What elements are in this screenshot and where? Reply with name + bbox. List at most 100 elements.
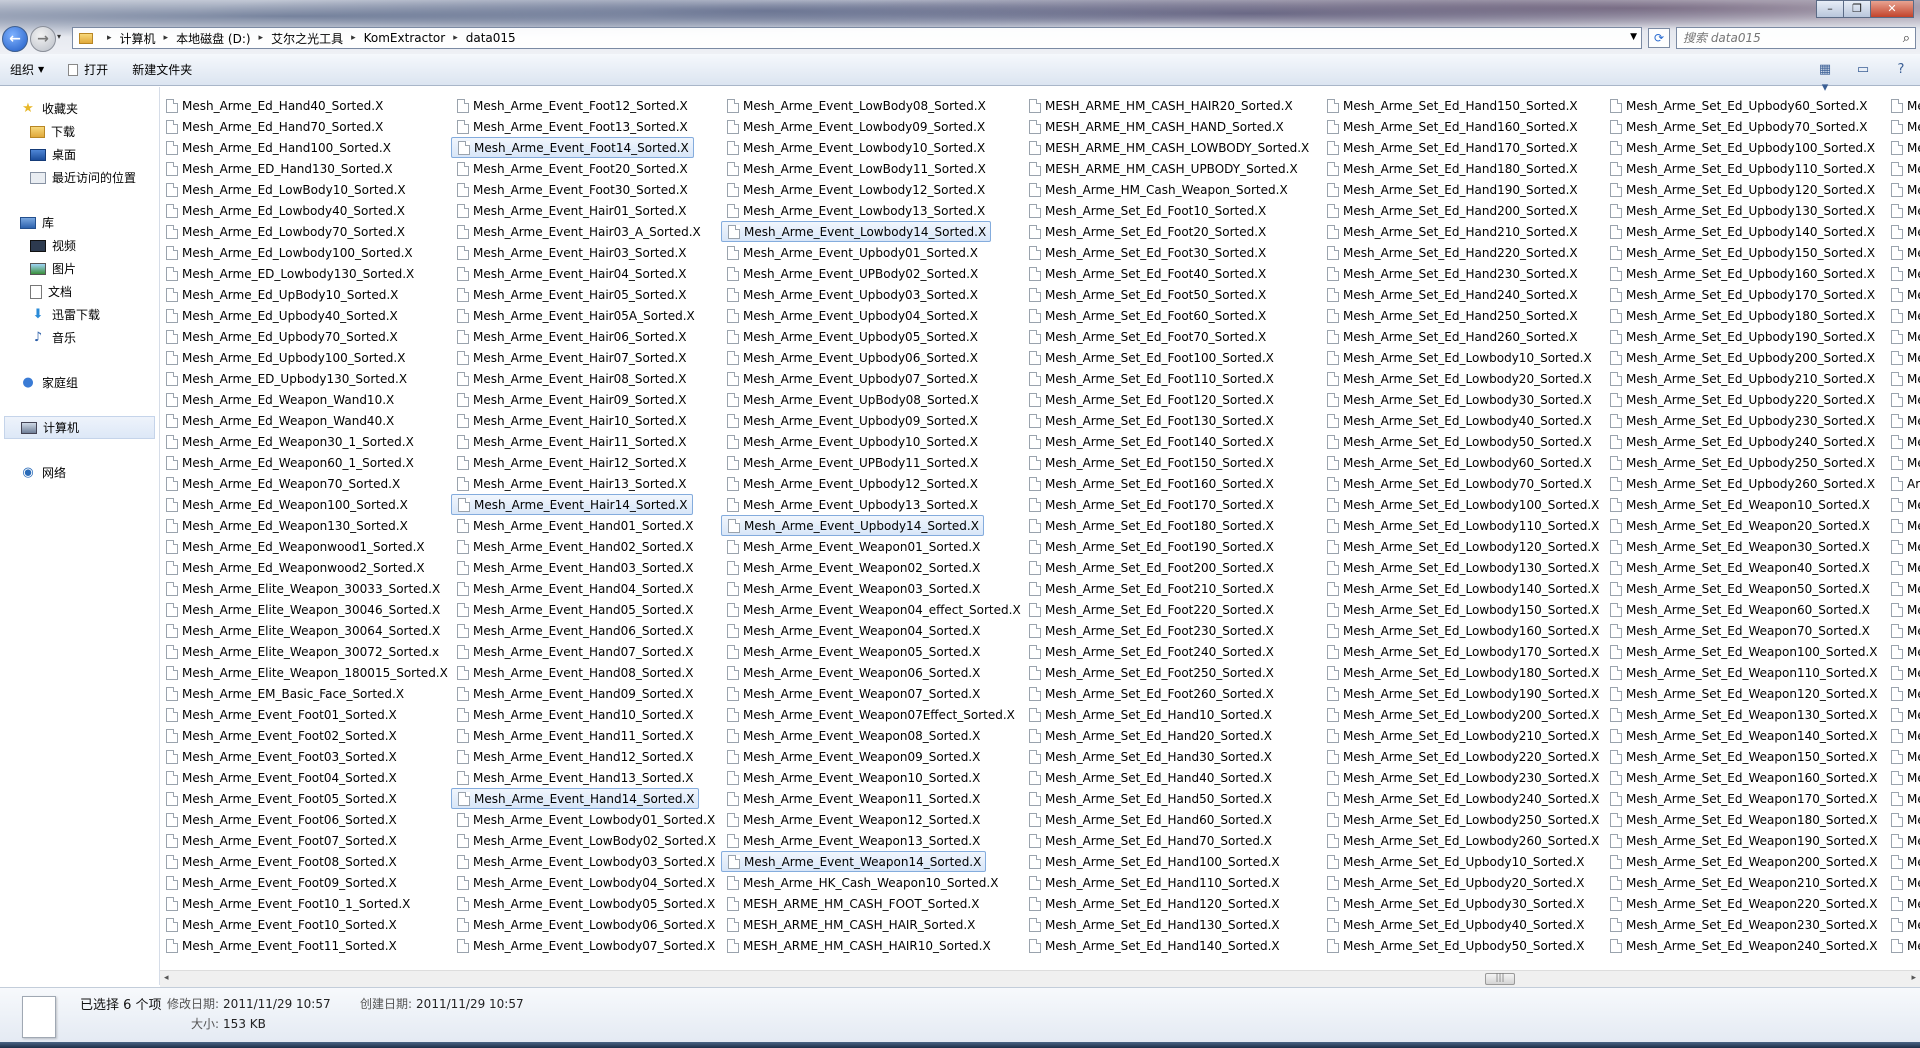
file-item[interactable]: Mesh_Arme_Event_Lowbody09_Sorted.X <box>721 116 1011 137</box>
file-item[interactable]: Me <box>1885 431 1920 452</box>
horizontal-scrollbar[interactable]: ◂ ||| ▸ <box>160 970 1920 987</box>
file-item[interactable]: Mesh_Arme_Set_Ed_Foot70_Sorted.X <box>1023 326 1313 347</box>
file-item[interactable]: Me <box>1885 809 1920 830</box>
file-item[interactable]: Mesh_Arme_Set_Ed_Foot40_Sorted.X <box>1023 263 1313 284</box>
file-item[interactable]: Mesh_Arme_Set_Ed_Foot230_Sorted.X <box>1023 620 1313 641</box>
file-item[interactable]: Mesh_Arme_Event_Lowbody12_Sorted.X <box>721 179 1011 200</box>
file-item[interactable]: Mesh_Arme_Event_Foot01_Sorted.X <box>160 704 430 725</box>
file-item[interactable]: Mesh_Arme_Set_Ed_Foot200_Sorted.X <box>1023 557 1313 578</box>
close-button[interactable]: ✕ <box>1870 0 1914 18</box>
file-item[interactable]: Mesh_Arme_Set_Ed_Foot30_Sorted.X <box>1023 242 1313 263</box>
file-item[interactable]: Mesh_Arme_Event_Weapon05_Sorted.X <box>721 641 1011 662</box>
file-item[interactable]: Mesh_Arme_Ed_Weapon60_1_Sorted.X <box>160 452 430 473</box>
file-item[interactable]: Mesh_Arme_Set_Ed_Lowbody180_Sorted.X <box>1321 662 1599 683</box>
file-item[interactable]: Mesh_Arme_Set_Ed_Lowbody170_Sorted.X <box>1321 641 1599 662</box>
file-item[interactable]: Mesh_Arme_Event_Lowbody06_Sorted.X <box>451 914 715 935</box>
file-item[interactable]: Mesh_Arme_Ed_Upbody70_Sorted.X <box>160 326 430 347</box>
new-folder-button[interactable]: 新建文件夹 <box>132 61 192 78</box>
file-item[interactable]: Mesh_Arme_Set_Ed_Hand180_Sorted.X <box>1321 158 1591 179</box>
file-item[interactable]: Me <box>1885 578 1920 599</box>
file-item[interactable]: Mesh_Arme_Event_Weapon07Effect_Sorted.X <box>721 704 1015 725</box>
file-item[interactable]: Mesh_Arme_Event_Hand13_Sorted.X <box>451 767 701 788</box>
file-item[interactable]: Mesh_Arme_Set_Ed_Foot20_Sorted.X <box>1023 221 1313 242</box>
file-item[interactable]: Mesh_Arme_Event_Hair01_Sorted.X <box>451 200 701 221</box>
file-item[interactable]: Mesh_Arme_Event_Foot10_1_Sorted.X <box>160 893 430 914</box>
search-icon[interactable]: ⌕ <box>1903 29 1910 49</box>
sidebar-item-recent[interactable]: 最近访问的位置 <box>0 166 159 189</box>
file-item[interactable]: Mesh_Arme_Ed_Weaponwood1_Sorted.X <box>160 536 430 557</box>
file-item[interactable]: Mesh_Arme_Event_Hair06_Sorted.X <box>451 326 701 347</box>
file-item[interactable]: Mesh_Arme_Ed_Weapon70_Sorted.X <box>160 473 430 494</box>
minimize-button[interactable]: – <box>1816 0 1844 18</box>
file-item[interactable]: Mesh_Arme_Event_Lowbody03_Sorted.X <box>451 851 715 872</box>
file-item[interactable]: Mesh_Arme_Ed_Weapon130_Sorted.X <box>160 515 430 536</box>
file-item[interactable]: Mesh_Arme_Event_Hair05_Sorted.X <box>451 284 701 305</box>
file-item[interactable]: Mesh_Arme_Event_Upbody14_Sorted.X <box>721 515 984 536</box>
back-button[interactable]: ← <box>2 26 28 52</box>
file-item[interactable]: Mesh_Arme_Event_Hand07_Sorted.X <box>451 641 701 662</box>
file-item[interactable]: Mesh_Arme_Event_Weapon11_Sorted.X <box>721 788 1011 809</box>
file-item[interactable]: Mesh_Arme_Set_Ed_Upbody170_Sorted.X <box>1604 284 1884 305</box>
file-item[interactable]: Me <box>1885 851 1920 872</box>
file-item[interactable]: Me <box>1885 221 1920 242</box>
file-item[interactable]: Mesh_Arme_Set_Ed_Upbody200_Sorted.X <box>1604 347 1884 368</box>
file-item[interactable]: Mesh_Arme_Event_Upbody05_Sorted.X <box>721 326 1011 347</box>
sidebar-item-desktop[interactable]: 桌面 <box>0 143 159 166</box>
file-item[interactable]: Mesh_Arme_Set_Ed_Foot210_Sorted.X <box>1023 578 1313 599</box>
file-item[interactable]: Mesh_Arme_Set_Ed_Foot120_Sorted.X <box>1023 389 1313 410</box>
file-item[interactable]: Mesh_Arme_Set_Ed_Hand150_Sorted.X <box>1321 95 1591 116</box>
file-item[interactable]: Mesh_Arme_Set_Ed_Lowbody100_Sorted.X <box>1321 494 1599 515</box>
file-item[interactable]: Mesh_Arme_Set_Ed_Weapon170_Sorted.X <box>1604 788 1884 809</box>
file-item[interactable]: Mesh_Arme_Set_Ed_Lowbody70_Sorted.X <box>1321 473 1592 494</box>
file-item[interactable]: Me <box>1885 200 1920 221</box>
file-item[interactable]: Mesh_Arme_Set_Ed_Hand40_Sorted.X <box>1023 767 1313 788</box>
file-item[interactable]: Mesh_Arme_Event_Hair11_Sorted.X <box>451 431 701 452</box>
file-item[interactable]: MESH_ARME_HM_CASH_FOOT_Sorted.X <box>721 893 1011 914</box>
file-item[interactable]: Mesh_Arme_Set_Ed_Upbody180_Sorted.X <box>1604 305 1884 326</box>
file-item[interactable]: Mesh_Arme_Set_Ed_Weapon160_Sorted.X <box>1604 767 1884 788</box>
file-item[interactable]: Mesh_Arme_Event_Weapon09_Sorted.X <box>721 746 1011 767</box>
file-item[interactable]: Me <box>1885 452 1920 473</box>
file-item[interactable]: Me <box>1885 179 1920 200</box>
file-item[interactable]: Mesh_Arme_Event_Upbody04_Sorted.X <box>721 305 1011 326</box>
file-item[interactable]: Mesh_Arme_Set_Ed_Foot260_Sorted.X <box>1023 683 1313 704</box>
file-item[interactable]: Mesh_Arme_Event_Weapon06_Sorted.X <box>721 662 1011 683</box>
file-item[interactable]: Mesh_Arme_Set_Ed_Upbody130_Sorted.X <box>1604 200 1884 221</box>
file-item[interactable]: Mesh_Arme_Ed_Lowbody70_Sorted.X <box>160 221 430 242</box>
file-item[interactable]: Me <box>1885 683 1920 704</box>
sidebar-item-pictures[interactable]: 图片 <box>0 257 159 280</box>
file-item[interactable]: Mesh_Arme_Set_Ed_Upbody260_Sorted.X <box>1604 473 1884 494</box>
file-item[interactable]: Mesh_Arme_Set_Ed_Hand250_Sorted.X <box>1321 305 1591 326</box>
view-options-button[interactable]: ▦ ▾ <box>1814 61 1836 95</box>
forward-button[interactable]: → <box>30 26 56 52</box>
file-item[interactable]: Mesh_Arme_Event_Weapon01_Sorted.X <box>721 536 1011 557</box>
file-item[interactable]: Mesh_Arme_Event_Foot09_Sorted.X <box>160 872 430 893</box>
sidebar-item-xunlei[interactable]: ⬇ 迅雷下载 <box>0 303 159 326</box>
file-item[interactable]: Mesh_Arme_Event_Hand12_Sorted.X <box>451 746 701 767</box>
file-item[interactable]: Mesh_Arme_Event_Foot02_Sorted.X <box>160 725 430 746</box>
file-item[interactable]: Mesh_Arme_Set_Ed_Hand230_Sorted.X <box>1321 263 1591 284</box>
file-item[interactable]: Mesh_Arme_ED_Lowbody130_Sorted.X <box>160 263 430 284</box>
file-item[interactable]: Mesh_Arme_Set_Ed_Lowbody190_Sorted.X <box>1321 683 1599 704</box>
file-item[interactable]: Me <box>1885 410 1920 431</box>
file-item[interactable]: Mesh_Arme_Event_Hand05_Sorted.X <box>451 599 701 620</box>
sidebar-item-videos[interactable]: 视频 <box>0 234 159 257</box>
file-item[interactable]: Mesh_Arme_Event_Upbody09_Sorted.X <box>721 410 1011 431</box>
file-item[interactable]: Mesh_Arme_Elite_Weapon_30072_Sorted.x <box>160 641 439 662</box>
file-item[interactable]: Mesh_Arme_Event_Weapon12_Sorted.X <box>721 809 1011 830</box>
file-item[interactable]: Mesh_Arme_Set_Ed_Hand70_Sorted.X <box>1023 830 1313 851</box>
file-item[interactable]: Me <box>1885 305 1920 326</box>
file-item[interactable]: Mesh_Arme_Event_Upbody01_Sorted.X <box>721 242 1011 263</box>
file-item[interactable]: Mesh_Arme_Event_Foot03_Sorted.X <box>160 746 430 767</box>
file-item[interactable]: Mesh_Arme_Set_Ed_Lowbody200_Sorted.X <box>1321 704 1599 725</box>
file-item[interactable]: Mesh_Arme_Event_LowBody11_Sorted.X <box>721 158 1011 179</box>
address-bar[interactable]: ▸ 计算机 ▸ 本地磁盘 (D:) ▸ 艾尔之光工具 ▸ KomExtracto… <box>72 27 1642 49</box>
file-item[interactable]: Mesh_Arme_Set_Ed_Weapon200_Sorted.X <box>1604 851 1884 872</box>
file-item[interactable]: Mesh_Arme_Set_Ed_Upbody60_Sorted.X <box>1604 95 1884 116</box>
search-input[interactable] <box>1683 31 1883 45</box>
file-item[interactable]: Me <box>1885 935 1920 956</box>
file-item[interactable]: Mesh_Arme_Event_Hair13_Sorted.X <box>451 473 701 494</box>
file-item[interactable]: Mesh_Arme_Event_Upbody10_Sorted.X <box>721 431 1011 452</box>
file-item[interactable]: Mesh_Arme_Set_Ed_Lowbody120_Sorted.X <box>1321 536 1599 557</box>
file-item[interactable]: Mesh_Arme_Set_Ed_Weapon190_Sorted.X <box>1604 830 1884 851</box>
